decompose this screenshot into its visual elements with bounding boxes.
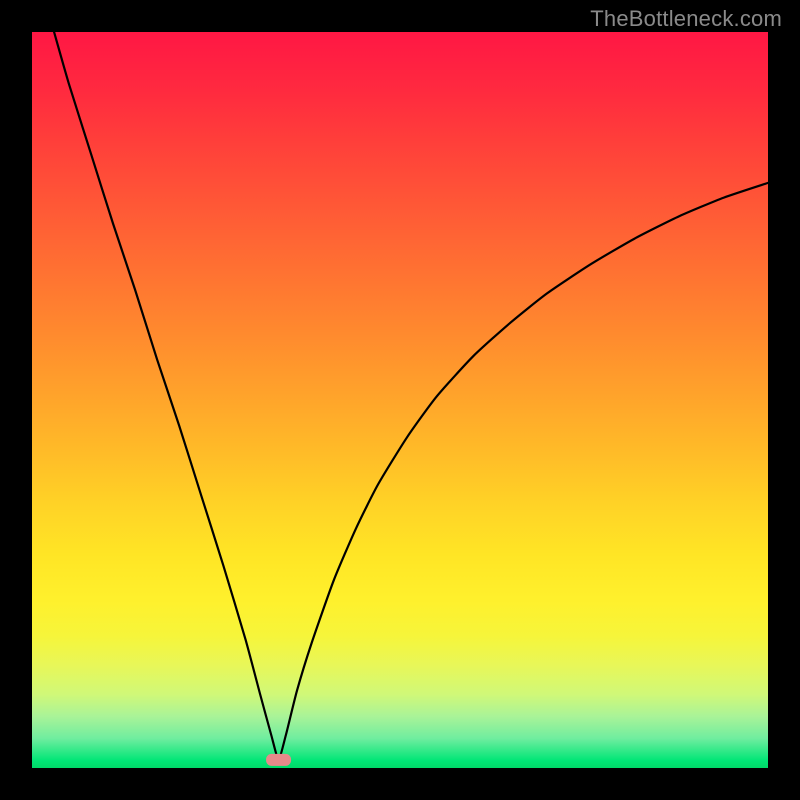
plot-area: [32, 32, 768, 768]
bottleneck-curve: [54, 32, 768, 759]
optimal-marker: [267, 754, 291, 765]
chart-svg: [32, 32, 768, 768]
watermark-text: TheBottleneck.com: [590, 6, 782, 32]
